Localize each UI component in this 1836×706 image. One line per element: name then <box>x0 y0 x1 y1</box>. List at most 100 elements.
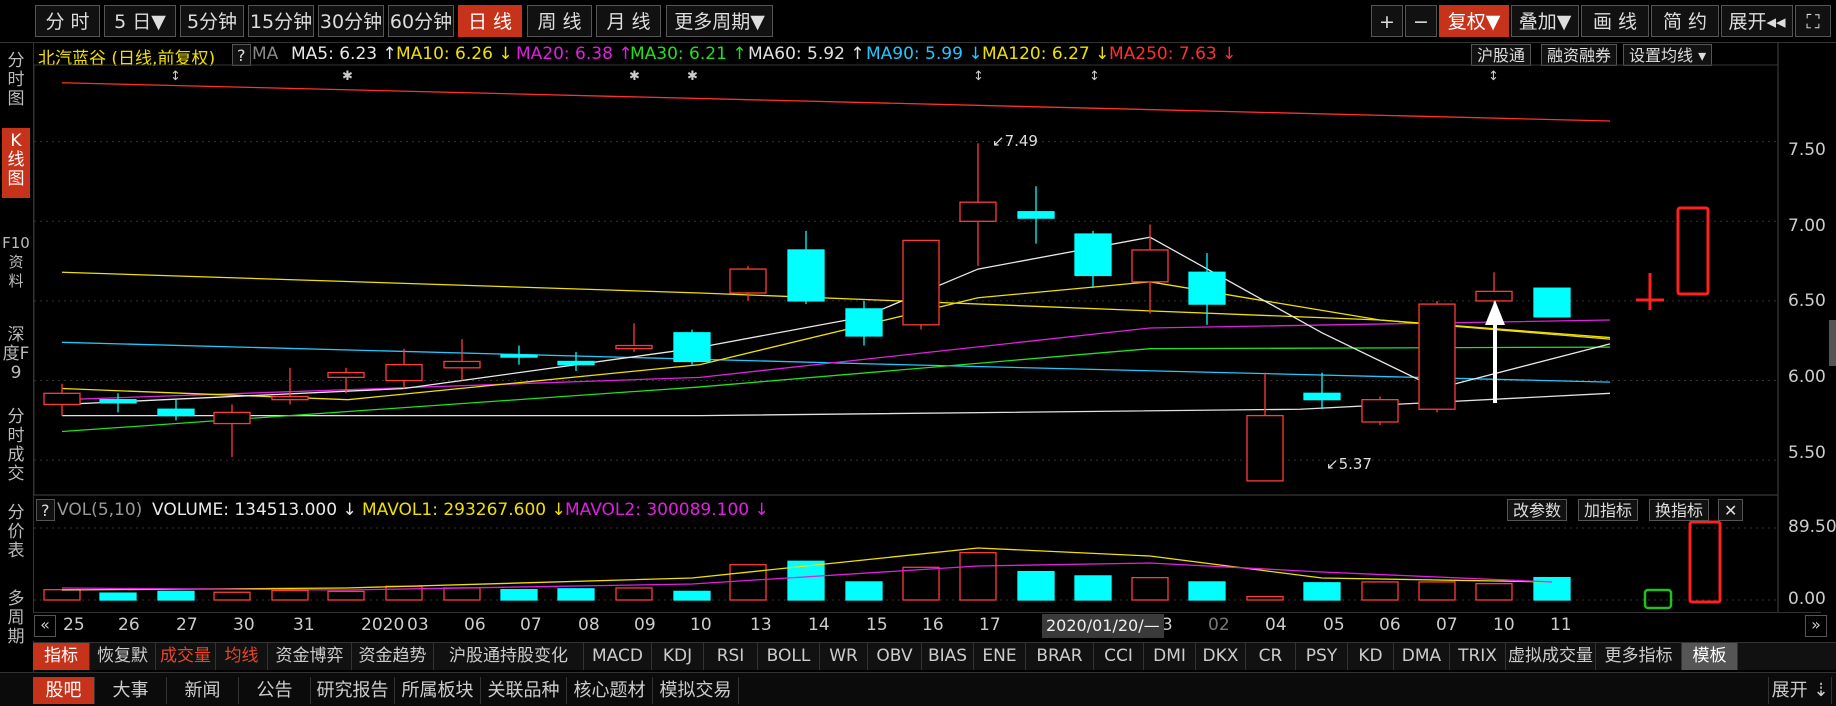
volume-bar <box>1017 570 1055 601</box>
indicator-tab[interactable]: 指标 <box>33 643 90 670</box>
highlight-box <box>1643 588 1673 610</box>
svg-text:✱: ✱ <box>342 69 353 84</box>
volume-bar <box>500 589 538 601</box>
indicator-tab[interactable]: KD <box>1348 643 1394 670</box>
edit-params-button[interactable]: 改参数 <box>1507 499 1568 521</box>
candle <box>1017 211 1055 219</box>
volume-bar <box>1361 581 1399 601</box>
indicator-tab[interactable]: BOLL <box>758 643 820 670</box>
date-label: 15 <box>866 615 888 635</box>
volume-bar <box>1131 576 1169 601</box>
indicator-tab[interactable]: DMA <box>1394 643 1450 670</box>
indicator-tab[interactable]: TRIX <box>1450 643 1506 670</box>
indicator-tab[interactable]: 更多指标 <box>1596 643 1682 670</box>
date-label: 14 <box>808 615 830 635</box>
svg-text:✱: ✱ <box>687 69 698 84</box>
date-label: 27 <box>176 615 198 635</box>
indicator-tab[interactable]: RSI <box>704 643 758 670</box>
kline-chart[interactable]: ↕ ✱ ✱ ✱ ↕ ↕ ↕ <box>0 0 1836 642</box>
candle <box>157 408 195 417</box>
date-label: 10 <box>1493 615 1515 635</box>
mavol1-value: MAVOL1: 293267.600 ↓ <box>362 500 566 520</box>
vol-arrow: ↓ <box>342 500 357 520</box>
volume-bar <box>1246 595 1284 601</box>
info-tab[interactable]: 股吧 <box>33 677 95 704</box>
candle <box>845 308 883 337</box>
date-label: 31 <box>293 615 315 635</box>
candle <box>1475 290 1513 302</box>
indicator-tab[interactable]: 模板 <box>1682 643 1738 670</box>
info-tab[interactable]: 公告 <box>239 677 311 704</box>
vol-help-button[interactable]: ? <box>36 499 55 521</box>
candle <box>1303 392 1341 401</box>
indicator-tab[interactable]: 成交量 <box>156 643 216 670</box>
indicator-tab[interactable]: BRAR <box>1026 643 1094 670</box>
candle <box>271 395 309 401</box>
high-price-label: ↙7.49 <box>992 132 1038 150</box>
candle <box>902 239 940 326</box>
candle <box>959 201 997 222</box>
indicator-tab[interactable]: CR <box>1246 643 1296 670</box>
indicator-tab[interactable]: DMI <box>1144 643 1196 670</box>
indicator-tab[interactable]: DKX <box>1196 643 1246 670</box>
svg-text:↕: ↕ <box>1488 69 1499 84</box>
indicator-tab[interactable]: 均线 <box>216 643 268 670</box>
volume-bar <box>157 590 195 601</box>
mavol2-text: MAVOL2: 300089.100 <box>565 500 750 520</box>
indicator-tab[interactable]: WR <box>820 643 868 670</box>
scroll-left-button[interactable]: « <box>34 615 56 637</box>
indicator-tab[interactable]: 沪股通持股变化 <box>434 643 584 670</box>
svg-text:↕: ↕ <box>1089 69 1100 84</box>
high-price-value: 7.49 <box>1004 132 1038 150</box>
indicator-tab[interactable]: CCI <box>1094 643 1144 670</box>
vol-value: VOLUME: 134513.000 ↓ <box>152 500 357 520</box>
date-label: 02 <box>1208 615 1230 635</box>
info-tab[interactable]: 所属板块 <box>395 677 481 704</box>
expand-info-button[interactable]: 展开 ⇣ <box>1768 677 1832 704</box>
scroll-right-button[interactable]: » <box>1805 615 1827 637</box>
date-label: 07 <box>520 615 542 635</box>
info-tab[interactable]: 模拟交易 <box>653 677 739 704</box>
mavol1-arrow: ↓ <box>551 500 566 520</box>
svg-text:↕: ↕ <box>973 69 984 84</box>
up-arrow-marker <box>1485 300 1505 403</box>
indicator-tab[interactable]: PSY <box>1296 643 1348 670</box>
candle <box>1246 414 1284 482</box>
add-indicator-button[interactable]: 加指标 <box>1578 499 1639 521</box>
indicator-tab[interactable]: ENE <box>974 643 1026 670</box>
indicator-tab[interactable]: 恢复默认 <box>90 643 156 693</box>
date-label: 06 <box>1379 615 1401 635</box>
date-label: 04 <box>1265 615 1287 635</box>
indicator-tab[interactable]: 虚拟成交量 <box>1506 643 1596 670</box>
volume-bar <box>1418 581 1456 601</box>
candle <box>327 371 365 379</box>
close-indicator-icon[interactable]: ✕ <box>1718 499 1744 521</box>
candle <box>1074 233 1112 277</box>
indicator-tab[interactable]: KDJ <box>652 643 704 670</box>
info-tab[interactable]: 核心题材 <box>567 677 653 704</box>
date-label: 09 <box>634 615 656 635</box>
date-label: 30 <box>233 615 255 635</box>
info-tab[interactable]: 关联品种 <box>481 677 567 704</box>
switch-indicator-button[interactable]: 换指标 <box>1649 499 1710 521</box>
candle <box>443 360 481 369</box>
info-tab[interactable]: 研究报告 <box>311 677 395 704</box>
price-tick-600: 6.00 <box>1788 367 1826 387</box>
candle <box>729 268 767 294</box>
info-tab[interactable]: 新闻 <box>167 677 239 704</box>
volume-bar <box>271 589 309 601</box>
indicator-tab[interactable]: 资金趋势 <box>352 643 434 670</box>
price-tick-550: 5.50 <box>1788 443 1826 463</box>
highlight-box <box>1688 520 1722 604</box>
volume-bar <box>959 552 997 601</box>
mavol1-text: MAVOL1: 293267.600 <box>362 500 547 520</box>
low-price-label: ↙5.37 <box>1326 455 1372 473</box>
svg-text:↕: ↕ <box>170 69 181 84</box>
indicator-tab[interactable]: MACD <box>584 643 652 670</box>
indicator-tab[interactable]: 资金博弈 <box>268 643 352 670</box>
indicator-tab[interactable]: OBV <box>868 643 922 670</box>
info-tab[interactable]: 大事 <box>95 677 167 704</box>
indicator-tab[interactable]: BIAS <box>922 643 974 670</box>
date-label: 03 <box>407 615 429 635</box>
volume-bar <box>902 566 940 601</box>
